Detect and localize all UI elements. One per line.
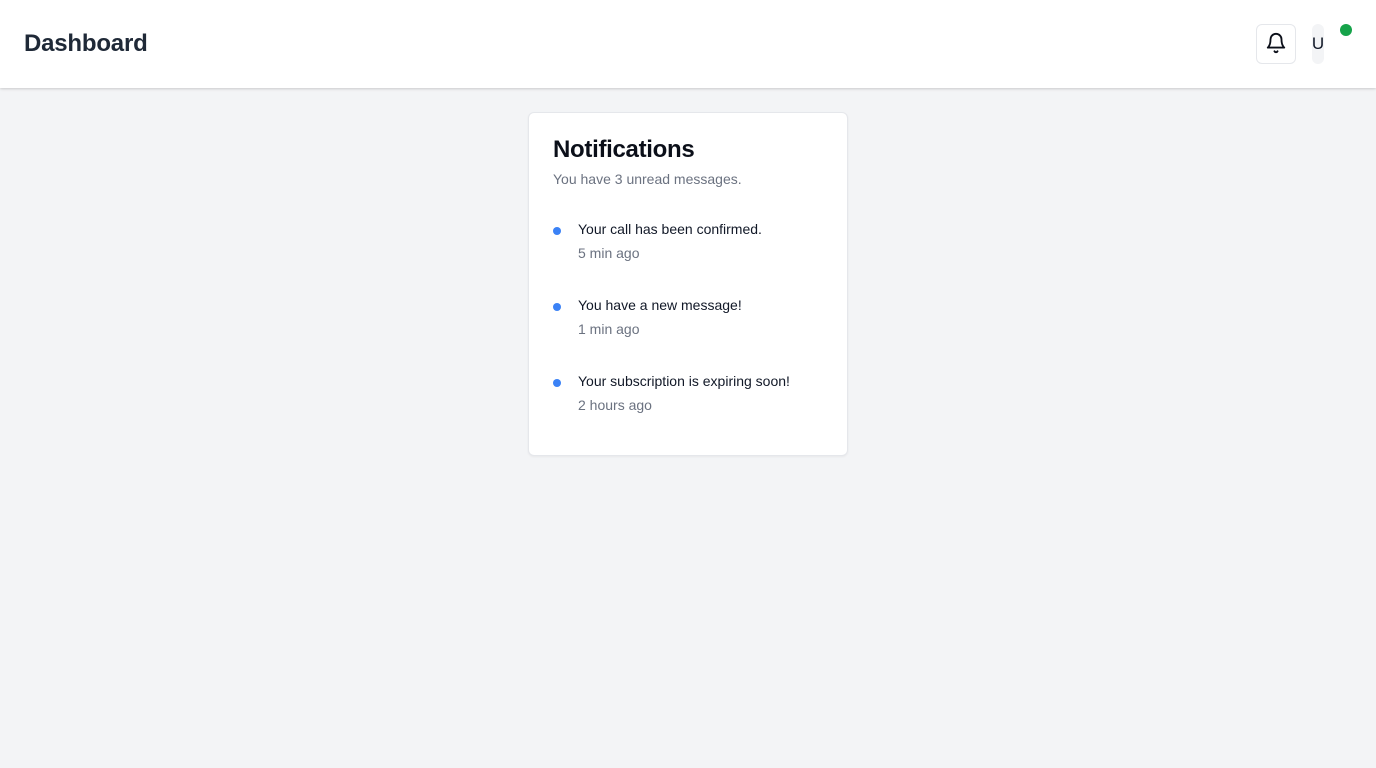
notification-item[interactable]: Your call has been confirmed. 5 min ago xyxy=(553,219,823,295)
notification-item[interactable]: You have a new message! 1 min ago xyxy=(553,295,823,371)
notifications-title: Notifications xyxy=(553,136,695,163)
avatar[interactable]: U xyxy=(1312,24,1324,64)
notification-text: You have a new message! 1 min ago xyxy=(578,295,742,339)
unread-dot xyxy=(553,227,561,235)
notification-message: You have a new message! xyxy=(578,297,742,313)
notification-list: Your call has been confirmed. 5 min ago … xyxy=(553,219,823,447)
notification-time: 1 min ago xyxy=(578,321,640,337)
header-actions: U xyxy=(1256,24,1352,64)
notification-time: 5 min ago xyxy=(578,245,640,261)
page-title: Dashboard xyxy=(24,30,148,57)
notifications-subtitle: You have 3 unread messages. xyxy=(553,171,742,187)
unread-dot xyxy=(553,379,561,387)
notification-message: Your call has been confirmed. xyxy=(578,221,762,237)
notification-text: Your call has been confirmed. 5 min ago xyxy=(578,219,762,263)
notification-item[interactable]: Your subscription is expiring soon! 2 ho… xyxy=(553,371,823,447)
notification-time: 2 hours ago xyxy=(578,397,652,413)
unread-dot xyxy=(553,303,561,311)
bell-icon xyxy=(1265,32,1287,57)
notification-message: Your subscription is expiring soon! xyxy=(578,373,790,389)
top-bar: Dashboard U xyxy=(0,0,1376,88)
notification-text: Your subscription is expiring soon! 2 ho… xyxy=(578,371,790,415)
online-status-dot xyxy=(1340,24,1352,36)
notifications-button[interactable] xyxy=(1256,24,1296,64)
user-menu: U xyxy=(1312,24,1352,64)
notifications-card: Notifications You have 3 unread messages… xyxy=(528,112,848,456)
